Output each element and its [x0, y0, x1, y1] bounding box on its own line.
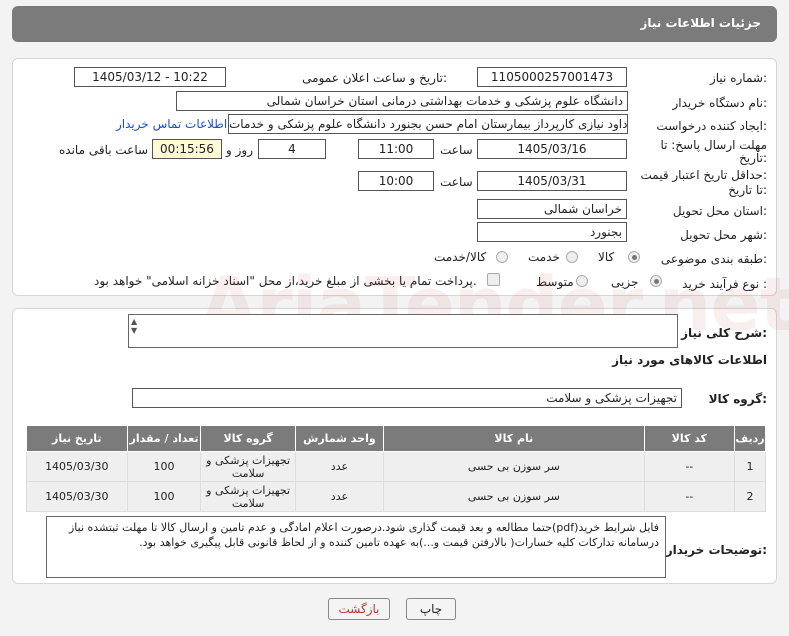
validity-time-word: ساعت — [440, 175, 473, 189]
deadline-time-field: 11:00 — [358, 139, 434, 159]
goods-info-title: اطلاعات کالاهای مورد نیاز — [612, 353, 767, 367]
validity-date-field: 1405/03/31 — [477, 171, 627, 191]
cell-need-date: 1405/03/30 — [26, 451, 128, 482]
days-remaining-field: 4 — [258, 139, 326, 159]
goods-group-label: گروه کالا: — [708, 392, 767, 406]
validity-time-field: 10:00 — [358, 171, 434, 191]
goods-group-field: تجهیزات پزشکی و سلامت — [132, 388, 682, 408]
col-row-number: ردیف — [733, 425, 767, 452]
cell-quantity: 100 — [126, 451, 202, 482]
table-row: 1405/03/30 100 تجهیزات پزشکی و سلامت عدد… — [26, 481, 767, 512]
buyer-contact-link[interactable]: اطلاعات تماس خریدار — [116, 117, 227, 131]
col-goods-group: گروه کالا — [200, 425, 296, 452]
cell-goods-group: تجهیزات پزشکی و سلامت — [200, 481, 296, 512]
announce-date-label: تاریخ و ساعت اعلان عمومی: — [302, 71, 447, 85]
cell-quantity: 100 — [126, 481, 202, 512]
buyer-notes-label: توضیحات خریدار: — [665, 543, 767, 557]
deadline-label-date: تاریخ: — [739, 151, 767, 165]
back-button[interactable]: بازگشت — [328, 598, 390, 620]
remaining-time-word: ساعت باقی مانده — [59, 143, 149, 157]
province-label: استان محل تحویل: — [672, 204, 767, 218]
city-label: شهر محل تحویل: — [680, 228, 767, 242]
cell-goods-name: سر سوزن بی حسی — [383, 451, 645, 482]
cell-row-number: 2 — [733, 481, 767, 512]
page-title: جزئیات اطلاعات نیاز — [640, 16, 761, 30]
description-textarea[interactable]: ▲ ▼ — [128, 314, 678, 348]
table-row: 1405/03/30 100 تجهیزات پزشکی و سلامت عدد… — [26, 451, 767, 482]
announce-date-field: 1405/03/12 - 10:22 — [74, 67, 226, 87]
validity-label-date: تا تاریخ: — [728, 183, 767, 197]
city-field: بجنورد — [477, 222, 627, 242]
need-number-label: شماره نیاز: — [709, 71, 767, 85]
cell-row-number: 1 — [733, 451, 767, 482]
validity-label: حداقل تاریخ اعتبار قیمت: — [640, 168, 767, 182]
description-label: شرح کلی نیاز: — [681, 326, 767, 340]
cell-unit: عدد — [294, 481, 385, 512]
requester-label: ایجاد کننده درخواست: — [656, 119, 767, 133]
goods-table: تاریخ نیاز تعداد / مقدار گروه کالا واحد … — [26, 425, 767, 512]
col-goods-name: نام کالا — [383, 425, 645, 452]
cell-goods-name: سر سوزن بی حسی — [383, 481, 645, 512]
cell-need-date: 1405/03/30 — [26, 481, 128, 512]
table-header-row: تاریخ نیاز تعداد / مقدار گروه کالا واحد … — [26, 425, 767, 452]
deadline-date-field: 1405/03/16 — [477, 139, 627, 159]
cell-goods-code: -- — [643, 451, 735, 482]
cell-goods-code: -- — [643, 481, 735, 512]
requester-field: داود نیازی کارپرداز بیمارستان امام حسن ب… — [228, 114, 628, 134]
days-word: روز و — [226, 143, 253, 157]
need-number-field: 1105000257001473 — [477, 67, 627, 87]
page: جزئیات اطلاعات نیاز شماره نیاز: 11050002… — [0, 0, 789, 636]
col-unit: واحد شمارش — [294, 425, 385, 452]
print-button[interactable]: چاپ — [406, 598, 456, 620]
cell-unit: عدد — [294, 451, 385, 482]
buyer-org-field: دانشگاه علوم پزشکی و خدمات بهداشتی درمان… — [176, 91, 628, 111]
col-goods-code: کد کالا — [643, 425, 735, 452]
page-header: جزئیات اطلاعات نیاز — [12, 6, 777, 42]
spinner-icon: ▲ ▼ — [131, 317, 138, 335]
buyer-notes-field: فایل شرایط خرید(pdf)حتما مطالعه و بعد قی… — [46, 516, 666, 578]
remaining-time-field: 00:15:56 — [152, 139, 222, 159]
deadline-label: مهلت ارسال پاسخ: تا — [660, 138, 767, 152]
buyer-org-label: نام دستگاه خریدار: — [672, 96, 768, 110]
province-field: خراسان شمالی — [477, 199, 627, 219]
col-quantity: تعداد / مقدار — [126, 425, 202, 452]
deadline-time-word: ساعت — [440, 143, 473, 157]
col-need-date: تاریخ نیاز — [26, 425, 128, 452]
cell-goods-group: تجهیزات پزشکی و سلامت — [200, 451, 296, 482]
